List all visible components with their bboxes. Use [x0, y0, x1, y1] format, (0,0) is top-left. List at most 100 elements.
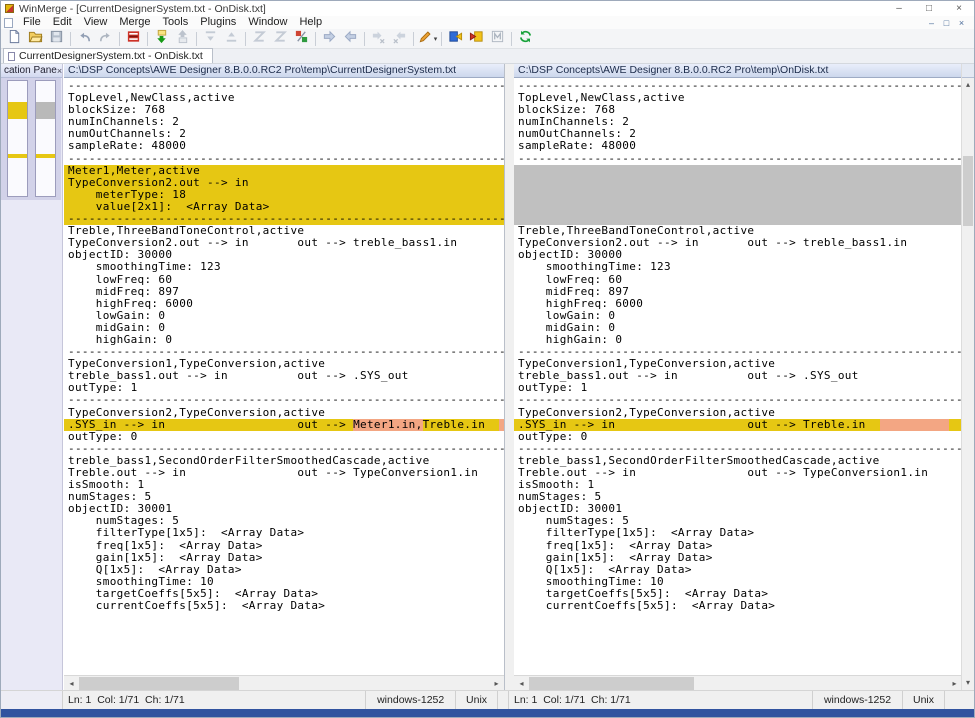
undo-button[interactable] [74, 30, 95, 48]
hscroll-thumb[interactable] [79, 677, 239, 690]
code-line[interactable]: sampleRate: 48000 [64, 140, 504, 152]
code-line[interactable]: treble_bass1.out --> in out --> .SYS_out [514, 370, 962, 382]
menu-item-help[interactable]: Help [293, 16, 328, 28]
code-line[interactable]: isSmooth: 1 [64, 479, 504, 491]
code-line[interactable]: TypeConversion1,TypeConversion,active [64, 358, 504, 370]
diff-mark[interactable] [36, 154, 55, 158]
code-line[interactable]: numStages: 5 [514, 515, 962, 527]
code-line[interactable]: ----------------------------------------… [514, 346, 962, 358]
right-pane-hscrollbar[interactable]: ◂ ▸ [514, 675, 962, 690]
code-line[interactable]: targetCoeffs[5x5]: <Array Data> [64, 588, 504, 600]
code-line[interactable]: gain[1x5]: <Array Data> [514, 552, 962, 564]
copy-all-right-button[interactable] [445, 30, 466, 48]
code-line[interactable]: ----------------------------------------… [514, 153, 962, 165]
copy-all-left-button[interactable] [466, 30, 487, 48]
code-line[interactable]: TypeConversion2.out --> in out --> trebl… [514, 237, 962, 249]
code-line[interactable]: midGain: 0 [64, 322, 504, 334]
left-pane-content[interactable]: ----------------------------------------… [64, 78, 504, 675]
code-line[interactable]: objectID: 30000 [514, 249, 962, 261]
code-line[interactable]: TopLevel,NewClass,active [514, 92, 962, 104]
copy-left-button[interactable] [340, 30, 361, 48]
code-line[interactable]: midFreq: 897 [514, 286, 962, 298]
save-button[interactable] [46, 30, 67, 48]
code-line[interactable]: meterType: 18 [64, 189, 504, 201]
mdi-minimize-button[interactable]: – [924, 17, 939, 29]
scroll-left-arrow-icon[interactable]: ◂ [65, 677, 78, 690]
code-line[interactable]: ----------------------------------------… [64, 346, 504, 358]
location-bar-right[interactable] [35, 80, 56, 197]
code-line[interactable]: blockSize: 768 [514, 104, 962, 116]
code-line[interactable]: smoothingTime: 123 [514, 261, 962, 273]
code-line[interactable]: numStages: 5 [64, 491, 504, 503]
last-difference-button[interactable] [221, 30, 242, 48]
code-line[interactable]: treble_bass1,SecondOrderFilterSmoothedCa… [514, 455, 962, 467]
left-pane-hscrollbar[interactable]: ◂ ▸ [64, 675, 504, 690]
code-line[interactable]: ----------------------------------------… [64, 153, 504, 165]
copy-left-advance-button[interactable] [389, 30, 410, 48]
auto-merge-button[interactable] [291, 30, 312, 48]
code-line[interactable]: lowGain: 0 [514, 310, 962, 322]
code-line[interactable]: ----------------------------------------… [514, 80, 962, 92]
code-line[interactable]: ----------------------------------------… [514, 394, 962, 406]
code-line[interactable]: lowFreq: 60 [64, 274, 504, 286]
document-icon[interactable] [4, 18, 13, 28]
code-line[interactable]: Meter1,Meter,active [64, 165, 504, 177]
code-line[interactable]: lowFreq: 60 [514, 274, 962, 286]
code-line[interactable]: freq[1x5]: <Array Data> [514, 540, 962, 552]
code-line[interactable]: objectID: 30001 [64, 503, 504, 515]
code-line[interactable]: ----------------------------------------… [64, 394, 504, 406]
pane-splitter[interactable] [505, 64, 514, 690]
code-line[interactable]: .SYS_in --> in out --> Meter1.in,Treble.… [64, 419, 504, 431]
scroll-down-arrow-icon[interactable]: ▾ [962, 676, 974, 689]
chevron-down-icon[interactable]: ▾ [434, 35, 438, 43]
ghost-mark[interactable] [36, 102, 55, 119]
code-line[interactable]: numStages: 5 [64, 515, 504, 527]
code-line[interactable]: objectID: 30001 [514, 503, 962, 515]
maximize-button[interactable]: □ [914, 1, 944, 16]
scroll-right-arrow-icon[interactable]: ▸ [490, 677, 503, 690]
code-line[interactable]: Treble,ThreeBandToneControl,active [64, 225, 504, 237]
vscroll-thumb[interactable] [963, 156, 973, 226]
diff-mark[interactable] [8, 102, 27, 119]
code-line[interactable]: lowGain: 0 [64, 310, 504, 322]
rescan-button[interactable] [123, 30, 144, 48]
code-line[interactable]: Treble.out --> in out --> TypeConversion… [514, 467, 962, 479]
mdi-close-button[interactable]: × [954, 17, 969, 29]
code-line[interactable]: Treble.out --> in out --> TypeConversion… [64, 467, 504, 479]
code-line[interactable] [514, 165, 962, 177]
code-line[interactable]: numStages: 5 [514, 491, 962, 503]
code-line[interactable]: TypeConversion2,TypeConversion,active [64, 407, 504, 419]
code-line[interactable]: .SYS_in --> in out --> Treble.in [514, 419, 962, 431]
code-line[interactable]: ----------------------------------------… [514, 443, 962, 455]
code-line[interactable] [514, 177, 962, 189]
mdi-restore-button[interactable]: □ [939, 17, 954, 29]
copy-right-button[interactable] [319, 30, 340, 48]
redo-button[interactable] [95, 30, 116, 48]
code-line[interactable]: highFreq: 6000 [64, 298, 504, 310]
code-line[interactable]: value[2x1]: <Array Data> [64, 201, 504, 213]
tab-currentdesignersystem[interactable]: CurrentDesignerSystem.txt - OnDisk.txt [3, 48, 213, 63]
code-line[interactable]: outType: 1 [514, 382, 962, 394]
menu-item-window[interactable]: Window [242, 16, 293, 28]
previous-difference-button[interactable] [172, 30, 193, 48]
code-line[interactable]: numInChannels: 2 [514, 116, 962, 128]
code-line[interactable]: numOutChannels: 2 [514, 128, 962, 140]
code-line[interactable]: objectID: 30000 [64, 249, 504, 261]
minimize-button[interactable]: – [884, 1, 914, 16]
code-line[interactable]: outType: 0 [64, 431, 504, 443]
code-line[interactable]: highGain: 0 [514, 334, 962, 346]
scroll-up-arrow-icon[interactable]: ▴ [962, 78, 974, 91]
first-difference-button[interactable] [200, 30, 221, 48]
menu-item-file[interactable]: File [17, 16, 47, 28]
scroll-right-arrow-icon[interactable]: ▸ [948, 677, 961, 690]
code-line[interactable]: Treble,ThreeBandToneControl,active [514, 225, 962, 237]
code-line[interactable] [514, 189, 962, 201]
code-line[interactable]: numOutChannels: 2 [64, 128, 504, 140]
code-line[interactable]: isSmooth: 1 [514, 479, 962, 491]
code-line[interactable]: currentCoeffs[5x5]: <Array Data> [514, 600, 962, 612]
previous-conflict-button[interactable] [270, 30, 291, 48]
merge-mode-button[interactable] [487, 30, 508, 48]
code-line[interactable]: TypeConversion1,TypeConversion,active [514, 358, 962, 370]
code-line[interactable]: filterType[1x5]: <Array Data> [64, 527, 504, 539]
code-line[interactable]: currentCoeffs[5x5]: <Array Data> [64, 600, 504, 612]
